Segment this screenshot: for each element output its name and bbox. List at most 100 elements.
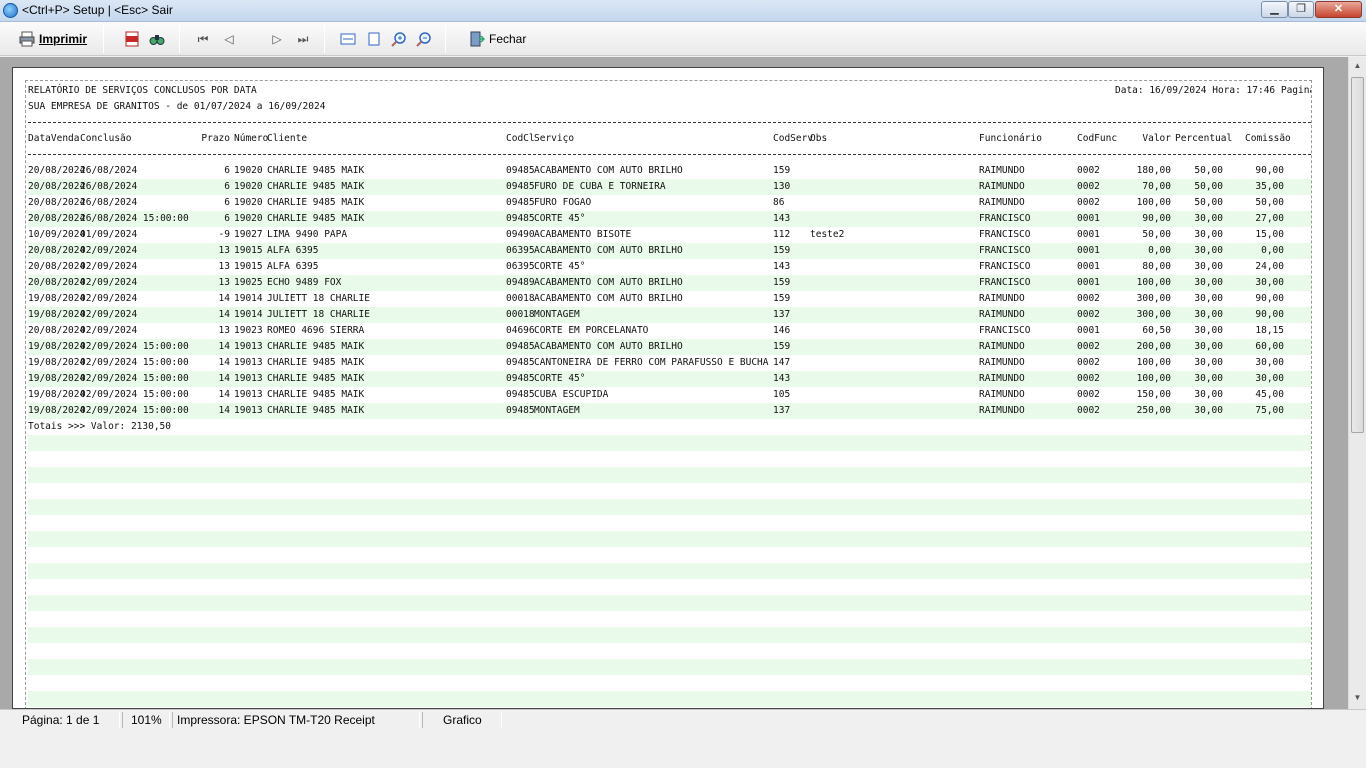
cell-conclusao: 02/09/2024: [80, 293, 138, 304]
cell-cliente: ALFA 6395: [267, 245, 319, 256]
cell-conclusao: 02/09/2024: [80, 309, 138, 320]
report-subtitle-row: SUA EMPRESA DE GRANITOS - de 01/07/2024 …: [28, 99, 1311, 115]
cell-datavenda: 20/08/2024: [28, 325, 86, 336]
blank-row: [28, 627, 1311, 643]
cell-comissao: 90,00: [1255, 165, 1284, 176]
cell-cliente: JULIETT 18 CHARLIE: [267, 309, 370, 320]
last-page-button[interactable]: ⏭: [295, 31, 311, 47]
column-header-codfunc: CodFunc: [1077, 133, 1118, 144]
scrollbar-thumb[interactable]: [1351, 77, 1364, 433]
cell-conclusao: 01/09/2024: [80, 229, 138, 240]
cell-cliente: ALFA 6395: [267, 261, 319, 272]
find-button[interactable]: [149, 31, 165, 47]
cell-funcionario: RAIMUNDO: [979, 373, 1025, 384]
page-width-button[interactable]: [340, 31, 356, 47]
cell-datavenda: 20/08/2024: [28, 245, 86, 256]
cell-codserv: 143: [773, 261, 791, 272]
totals-row: Totais >>> Valor: 2130,50: [28, 419, 1311, 435]
cell-prazo: 6: [224, 197, 230, 208]
printer-icon: [19, 31, 35, 47]
cell-codserv: 130: [773, 181, 791, 192]
zoom-in-button[interactable]: [391, 31, 407, 47]
zoom-in-icon: [391, 32, 406, 47]
column-header-percentual: Percentual: [1175, 133, 1233, 144]
cell-datavenda: 20/08/2024: [28, 197, 86, 208]
cell-codserv: 86: [773, 197, 785, 208]
cell-codfunc: 0002: [1077, 293, 1100, 304]
cell-cliente: CHARLIE 9485 MAIK: [267, 165, 365, 176]
cell-prazo: 6: [224, 213, 230, 224]
close-window-button[interactable]: ✕: [1315, 1, 1362, 18]
maximize-button[interactable]: ❐: [1288, 1, 1314, 18]
cell-numero: 19013: [234, 405, 263, 416]
cell-funcionario: RAIMUNDO: [979, 197, 1025, 208]
binoculars-search-icon: [149, 35, 165, 45]
vertical-scrollbar[interactable]: ▲ ▼: [1348, 57, 1366, 709]
cell-codfunc: 0001: [1077, 229, 1100, 240]
cell-percentual: 30,00: [1194, 309, 1223, 320]
cell-servico: ACABAMENTO COM AUTO BRILHO: [534, 245, 683, 256]
cell-valor: 100,00: [1136, 277, 1171, 288]
cell-cliente: CHARLIE 9485 MAIK: [267, 357, 365, 368]
minimize-button[interactable]: ▁: [1261, 1, 1288, 18]
table-row: 19/08/2024 02/09/2024 15:00:00 14 19013 CHAR…: [28, 339, 1311, 355]
close-report-button[interactable]: Fechar: [469, 28, 526, 50]
next-page-button[interactable]: ▷: [269, 31, 285, 47]
print-label: Imprimir: [39, 32, 88, 46]
page-width-icon: [340, 33, 356, 45]
cell-conclusao: 26/08/2024: [80, 181, 138, 192]
cell-codcl: 09485: [506, 389, 535, 400]
cell-percentual: 30,00: [1194, 373, 1223, 384]
cell-funcionario: FRANCISCO: [979, 261, 1031, 272]
cell-funcionario: RAIMUNDO: [979, 165, 1025, 176]
first-page-button[interactable]: ⏮: [195, 31, 211, 47]
column-header-codserv: CodServ: [773, 133, 814, 144]
render-mode-indicator: Grafico: [422, 712, 502, 728]
cell-cliente: CHARLIE 9485 MAIK: [267, 373, 365, 384]
cell-prazo: 14: [218, 309, 230, 320]
table-row: 20/08/2024 02/09/2024 13 19023 ROMEO 4696 SI…: [28, 323, 1311, 339]
cell-codcl: 09485: [506, 405, 535, 416]
cell-numero: 19015: [234, 261, 263, 272]
cell-cliente: CHARLIE 9485 MAIK: [267, 181, 365, 192]
cell-cliente: CHARLIE 9485 MAIK: [267, 341, 365, 352]
cell-numero: 19025: [234, 277, 263, 288]
cell-numero: 19013: [234, 389, 263, 400]
cell-percentual: 30,00: [1194, 277, 1223, 288]
cell-percentual: 30,00: [1194, 325, 1223, 336]
column-header-numero: Número: [234, 133, 269, 144]
print-button[interactable]: Imprimir: [19, 28, 87, 50]
table-row: 20/08/2024 02/09/2024 13 19015 ALFA 6395 0639…: [28, 243, 1311, 259]
cell-servico: ACABAMENTO COM AUTO BRILHO: [534, 293, 683, 304]
cell-codserv: 143: [773, 373, 791, 384]
blank-row: [28, 467, 1311, 483]
toolbar-separator: [324, 25, 325, 53]
close-report-label: Fechar: [489, 32, 527, 46]
cell-comissao: 27,00: [1255, 213, 1284, 224]
cell-numero: 19027: [234, 229, 263, 240]
scroll-up-arrow-icon[interactable]: ▲: [1349, 57, 1366, 74]
cell-codcl: 09485: [506, 197, 535, 208]
previous-page-button[interactable]: ◁: [221, 31, 237, 47]
report-title-row: RELATÓRIO DE SERVIÇOS CONCLUSOS POR DATA…: [28, 83, 1311, 99]
report-content: RELATÓRIO DE SERVIÇOS CONCLUSOS POR DATA…: [25, 80, 1312, 708]
cell-percentual: 30,00: [1194, 229, 1223, 240]
cell-numero: 19015: [234, 245, 263, 256]
table-row: 19/08/2024 02/09/2024 14 19014 JULIETT 18 CH…: [28, 291, 1311, 307]
cell-comissao: 0,00: [1261, 245, 1284, 256]
cell-comissao: 18,15: [1255, 325, 1284, 336]
cell-valor: 250,00: [1136, 405, 1171, 416]
cell-funcionario: FRANCISCO: [979, 213, 1031, 224]
cell-prazo: 14: [218, 357, 230, 368]
scroll-down-arrow-icon[interactable]: ▼: [1349, 689, 1366, 706]
export-pdf-button[interactable]: [124, 31, 140, 47]
zoom-out-button[interactable]: [416, 31, 432, 47]
blank-row: [28, 595, 1311, 611]
cell-codcl: 06395: [506, 261, 535, 272]
whole-page-button[interactable]: [366, 31, 382, 47]
blank-row: [28, 691, 1311, 707]
cell-valor: 300,00: [1136, 293, 1171, 304]
column-header-cliente: Cliente: [267, 133, 308, 144]
cell-percentual: 50,00: [1194, 181, 1223, 192]
cell-servico: CUBA ESCUPIDA: [534, 389, 609, 400]
